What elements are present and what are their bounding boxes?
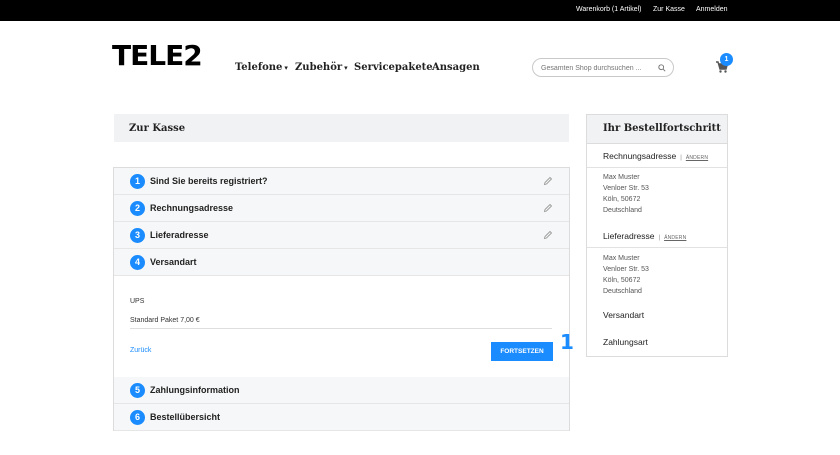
- progress-shipping-method: Versandart: [603, 310, 645, 320]
- pencil-icon[interactable]: [543, 230, 553, 240]
- step-title: Versandart: [150, 257, 197, 267]
- section-label: Lieferadresse: [603, 231, 655, 241]
- step-number: 1: [130, 174, 145, 189]
- nav-item-label: Telefone: [235, 62, 283, 73]
- step-title: Lieferadresse: [150, 230, 209, 240]
- nav-item-ansagen[interactable]: Ansagen: [432, 62, 480, 73]
- checkout-steps: 1 Sind Sie bereits registriert? 2 Rechnu…: [113, 167, 570, 431]
- step-registered[interactable]: 1 Sind Sie bereits registriert?: [114, 168, 569, 195]
- checkout-header: Zur Kasse: [114, 114, 569, 142]
- address-line: Köln, 50672: [603, 277, 641, 284]
- annotation-number: 1: [560, 330, 574, 354]
- divider: [587, 167, 727, 168]
- progress-title: Ihr Bestellfortschritt: [603, 123, 721, 134]
- change-billing-link[interactable]: ÄNDERN: [686, 155, 708, 161]
- nav-item-zubehoer[interactable]: Zubehör ▾: [295, 62, 348, 73]
- address-line: Deutschland: [603, 288, 642, 295]
- step-number: 4: [130, 255, 145, 270]
- step-title: Sind Sie bereits registriert?: [150, 176, 268, 186]
- pencil-icon[interactable]: [543, 203, 553, 213]
- progress-billing-heading: Rechnungsadresse | ÄNDERN: [603, 151, 708, 161]
- step-number: 2: [130, 201, 145, 216]
- change-shipping-link[interactable]: ÄNDERN: [664, 235, 686, 241]
- address-line: Max Muster: [603, 174, 640, 181]
- step-number: 3: [130, 228, 145, 243]
- divider: [587, 247, 727, 248]
- nav-item-label: Zubehör: [295, 62, 343, 73]
- step-shipping-method[interactable]: 4 Versandart: [114, 249, 569, 276]
- progress-header: Ihr Bestellfortschritt: [587, 115, 727, 144]
- separator: |: [680, 155, 682, 161]
- billing-address: Max Muster Venloer Str. 53 Köln, 50672 D…: [603, 172, 649, 216]
- step-shipping-address[interactable]: 3 Lieferadresse: [114, 222, 569, 249]
- shipping-rate[interactable]: Standard Paket 7,00 €: [130, 317, 200, 324]
- nav-item-servicepakete[interactable]: Servicepakete: [354, 62, 433, 73]
- step-billing[interactable]: 2 Rechnungsadresse: [114, 195, 569, 222]
- address-line: Venloer Str. 53: [603, 266, 649, 273]
- progress-shipping-heading: Lieferadresse | ÄNDERN: [603, 231, 686, 241]
- page-title: Zur Kasse: [129, 123, 186, 134]
- nav-item-telefone[interactable]: Telefone ▾: [235, 62, 288, 73]
- top-bar: Warenkorb (1 Artikel) Zur Kasse Anmelden: [0, 0, 840, 21]
- pencil-icon[interactable]: [543, 176, 553, 186]
- step-title: Rechnungsadresse: [150, 203, 234, 213]
- address-line: Deutschland: [603, 207, 642, 214]
- order-progress-panel: Ihr Bestellfortschritt Rechnungsadresse |…: [586, 114, 728, 357]
- address-line: Köln, 50672: [603, 196, 641, 203]
- shipping-address: Max Muster Venloer Str. 53 Köln, 50672 D…: [603, 253, 649, 297]
- cart-count-badge: 1: [720, 53, 733, 66]
- cart-link[interactable]: Warenkorb (1 Artikel): [576, 6, 641, 13]
- step-review[interactable]: 6 Bestellübersicht: [114, 404, 569, 431]
- address-line: Venloer Str. 53: [603, 185, 649, 192]
- login-link[interactable]: Anmelden: [696, 6, 728, 13]
- step-payment[interactable]: 5 Zahlungsinformation: [114, 377, 569, 404]
- step-title: Bestellübersicht: [150, 412, 221, 422]
- step-number: 6: [130, 410, 145, 425]
- search-input[interactable]: [541, 62, 653, 74]
- search-icon[interactable]: [658, 64, 666, 72]
- back-link[interactable]: Zurück: [130, 347, 151, 354]
- progress-payment: Zahlungsart: [603, 337, 648, 347]
- logo[interactable]: TELE2: [112, 41, 203, 71]
- search-box: [532, 58, 674, 77]
- step-number: 5: [130, 383, 145, 398]
- step-title: Zahlungsinformation: [150, 385, 240, 395]
- divider: [130, 328, 552, 329]
- address-line: Max Muster: [603, 255, 640, 262]
- shipping-carrier: UPS: [130, 298, 145, 305]
- chevron-down-icon: ▾: [344, 63, 348, 72]
- separator: |: [658, 235, 661, 241]
- chevron-down-icon: ▾: [284, 63, 288, 72]
- continue-button[interactable]: FORTSETZEN: [491, 342, 553, 361]
- shipping-method-panel: UPS Standard Paket 7,00 € Zurück FORTSET…: [114, 276, 569, 376]
- section-label: Rechnungsadresse: [603, 151, 677, 161]
- checkout-link[interactable]: Zur Kasse: [653, 6, 685, 13]
